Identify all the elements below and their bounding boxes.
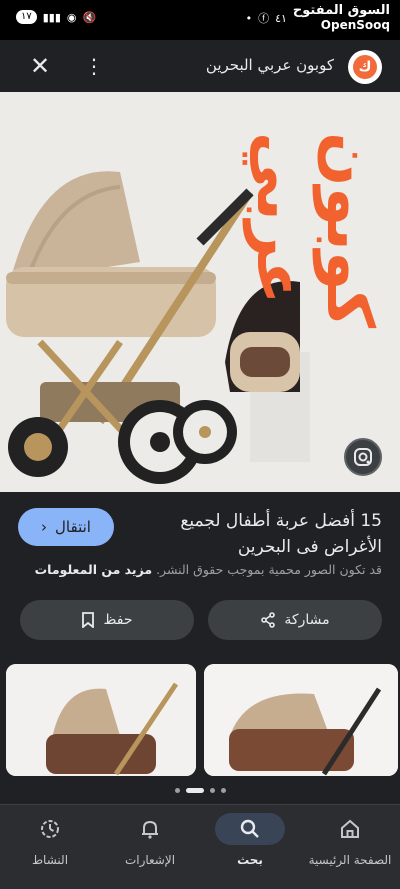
site-logo-letter: ك: [353, 55, 377, 79]
more-options-icon[interactable]: ⋮: [84, 52, 104, 80]
share-icon: [261, 612, 276, 628]
related-stroller-image: [6, 664, 196, 776]
nav-notifications[interactable]: الإشعارات: [100, 813, 200, 881]
visit-button[interactable]: انتقال ‹: [18, 508, 114, 546]
result-info: انتقال ‹ 15 أفضل عربة أطفال لجميع الأغرا…: [0, 492, 400, 592]
google-lens-button[interactable]: [344, 438, 382, 476]
carousel-indicator: [0, 786, 400, 794]
hero-brand-text: كوبون عربي: [242, 132, 386, 329]
opensooq-watermark: السوق المفتوح OpenSooq: [292, 3, 390, 33]
more-info-link[interactable]: مزيد من المعلومات: [35, 562, 152, 577]
nav-home-label: الصفحة الرئيسية: [308, 853, 392, 867]
bookmark-icon: [82, 612, 95, 628]
carousel-dot: [209, 787, 215, 793]
facebook-icon: ⓕ: [258, 12, 270, 25]
related-image[interactable]: [6, 664, 196, 776]
share-button[interactable]: مشاركة: [208, 600, 382, 640]
copyright-notice: قد تكون الصور محمية بموجب حقوق النشر. مز…: [18, 562, 382, 577]
lens-icon: [354, 448, 372, 466]
nav-notifications-label: الإشعارات: [124, 853, 176, 867]
home-icon: [341, 819, 359, 838]
bottom-navigation: الصفحة الرئيسية بحث الإشعارات النشاط: [0, 804, 400, 889]
chevron-left-icon: ‹: [41, 518, 48, 536]
site-logo[interactable]: ك: [348, 50, 382, 84]
battery-level: ٤١: [275, 11, 287, 25]
status-icons-right: • ⓕ ٤١ السوق المفتوح OpenSooq: [245, 3, 390, 33]
related-stroller-image: [204, 664, 398, 776]
related-image[interactable]: [204, 664, 398, 776]
status-bar: ١٧ ▮▮▮ ◉ 🔇 • ⓕ ٤١ السوق المفتوح OpenSooq: [0, 0, 400, 40]
nav-home[interactable]: الصفحة الرئيسية: [300, 813, 400, 881]
visit-label: انتقال: [55, 518, 91, 536]
copyright-text: قد تكون الصور محمية بموجب حقوق النشر.: [156, 562, 382, 577]
notification-count-badge: ١٧: [16, 10, 37, 24]
dot-icon: •: [245, 11, 253, 25]
save-button[interactable]: حفظ: [20, 600, 194, 640]
history-icon: [41, 820, 59, 838]
watermark-arabic: السوق المفتوح: [292, 3, 390, 18]
nav-activity-label: النشاط: [31, 853, 69, 867]
watermark-english: OpenSooq: [320, 18, 390, 32]
close-icon[interactable]: ✕: [26, 52, 54, 80]
hero-image[interactable]: كوبون عربي: [0, 92, 400, 492]
nav-search-label: بحث: [237, 853, 263, 867]
search-icon: [240, 819, 259, 838]
result-title[interactable]: 15 أفضل عربة أطفال لجميع الأغراض فى البح…: [132, 508, 382, 560]
action-row: حفظ مشاركة: [0, 600, 400, 642]
site-name[interactable]: كوبون عربي البحرين: [206, 56, 334, 74]
carousel-dot: [220, 787, 226, 793]
carousel-dot-active: [185, 787, 204, 793]
related-images: [0, 664, 400, 776]
carousel-dot: [174, 787, 180, 793]
wifi-icon: ◉: [66, 10, 77, 24]
status-icons-left: ١٧ ▮▮▮ ◉ 🔇: [16, 10, 96, 24]
mute-icon: 🔇: [82, 10, 97, 24]
share-label: مشاركة: [284, 612, 330, 628]
nav-search[interactable]: بحث: [200, 813, 300, 881]
save-label: حفظ: [103, 612, 133, 628]
nav-activity[interactable]: النشاط: [0, 813, 100, 881]
viewer-header: ✕ ⋮ كوبون عربي البحرين ك: [0, 40, 400, 92]
signal-icon: ▮▮▮: [42, 10, 61, 24]
bell-icon: [142, 820, 158, 839]
